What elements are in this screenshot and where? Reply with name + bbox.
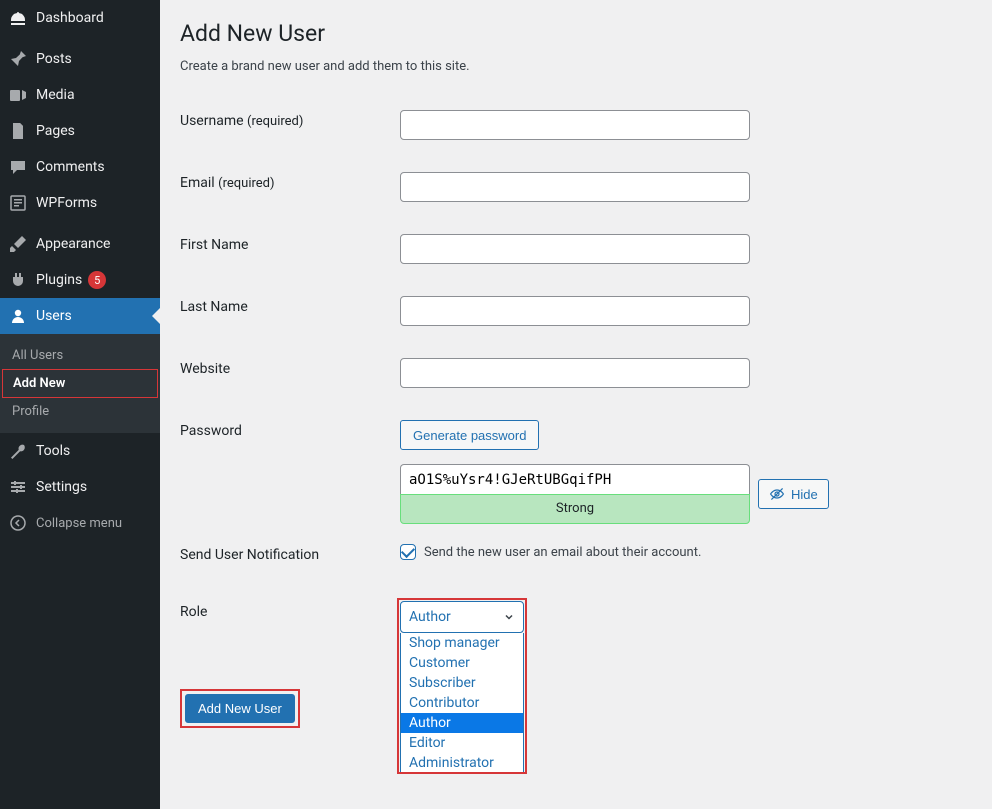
user-icon [8,306,28,326]
generate-password-button[interactable]: Generate password [400,420,539,450]
sidebar-item-label: Comments [36,159,105,175]
brush-icon [8,234,28,254]
notification-text: Send the new user an email about their a… [424,545,701,560]
password-label: Password [180,423,242,439]
admin-sidebar: Dashboard Posts Media Pages Comments WPF… [0,0,160,809]
sidebar-item-pages[interactable]: Pages [0,113,160,149]
sidebar-item-settings[interactable]: Settings [0,469,160,505]
wrench-icon [8,441,28,461]
update-count-badge: 5 [88,271,106,289]
last-name-label: Last Name [180,299,248,315]
submenu-item-all-users[interactable]: All Users [0,342,160,369]
role-selected-value: Author [409,609,451,625]
role-label: Role [180,604,207,620]
chevron-down-icon [503,611,515,623]
sidebar-item-label: WPForms [36,195,97,211]
role-row: Role Author Shop manager Customer Subscr… [180,579,972,649]
page-title: Add New User [180,20,972,47]
role-option-administrator[interactable]: Administrator [401,753,523,773]
sidebar-item-posts[interactable]: Posts [0,41,160,77]
users-submenu: All Users Add New Profile [0,334,160,433]
notification-row: Send User Notification Send the new user… [180,528,972,579]
role-option-editor[interactable]: Editor [401,733,523,753]
pin-icon [8,49,28,69]
sidebar-item-tools[interactable]: Tools [0,433,160,469]
email-label: Email [180,175,215,191]
sidebar-item-users[interactable]: Users [0,298,160,334]
sidebar-item-comments[interactable]: Comments [0,149,160,185]
sidebar-item-wpforms[interactable]: WPForms [0,185,160,221]
sidebar-item-label: Users [36,308,72,324]
first-name-input[interactable] [400,234,750,264]
sidebar-item-label: Media [36,87,75,103]
website-input[interactable] [400,358,750,388]
last-name-row: Last Name [180,280,972,342]
password-input[interactable] [400,464,750,494]
sidebar-item-label: Settings [36,479,87,495]
sidebar-item-label: Posts [36,51,72,67]
first-name-row: First Name [180,218,972,280]
sidebar-item-label: Appearance [36,236,110,252]
last-name-input[interactable] [400,296,750,326]
sidebar-item-plugins[interactable]: Plugins 5 [0,262,160,298]
sidebar-item-media[interactable]: Media [0,77,160,113]
role-option-author[interactable]: Author [401,713,523,733]
hide-button-label: Hide [791,487,818,502]
role-dropdown: Shop manager Customer Subscriber Contrib… [400,633,524,774]
website-row: Website [180,342,972,404]
role-option-shop-manager[interactable]: Shop manager [401,633,523,653]
first-name-label: First Name [180,237,248,253]
sidebar-item-appearance[interactable]: Appearance [0,226,160,262]
eye-slash-icon [769,486,785,502]
sidebar-item-label: Pages [36,123,75,139]
page-description: Create a brand new user and add them to … [180,59,972,74]
email-row: Email (required) [180,156,972,218]
password-strength-indicator: Strong [400,494,750,524]
sidebar-item-label: Plugins [36,272,82,288]
submenu-item-add-new[interactable]: Add New [2,369,158,398]
website-label: Website [180,361,230,377]
password-row: Password Generate password Strong Hide [180,404,972,528]
submit-highlight: Add New User [180,689,300,728]
send-notification-checkbox[interactable] [400,544,416,560]
required-text: (required) [218,176,274,191]
hide-password-button[interactable]: Hide [758,479,829,509]
submenu-item-profile[interactable]: Profile [0,398,160,425]
required-text: (required) [247,114,303,129]
collapse-icon [8,513,28,533]
forms-icon [8,193,28,213]
email-input[interactable] [400,172,750,202]
sidebar-item-label: Dashboard [36,10,104,26]
collapse-label: Collapse menu [36,516,122,531]
role-option-subscriber[interactable]: Subscriber [401,673,523,693]
sidebar-item-dashboard[interactable]: Dashboard [0,0,160,36]
username-input[interactable] [400,110,750,140]
role-option-customer[interactable]: Customer [401,653,523,673]
dashboard-icon [8,8,28,28]
media-icon [8,85,28,105]
role-option-contributor[interactable]: Contributor [401,693,523,713]
role-select[interactable]: Author [400,601,524,633]
collapse-menu-button[interactable]: Collapse menu [0,505,160,541]
main-content: Add New User Create a brand new user and… [160,0,992,809]
page-icon [8,121,28,141]
comment-icon [8,157,28,177]
plug-icon [8,270,28,290]
notification-label: Send User Notification [180,547,319,563]
username-row: Username (required) [180,94,972,156]
settings-icon [8,477,28,497]
add-new-user-button[interactable]: Add New User [185,694,295,723]
sidebar-item-label: Tools [36,443,70,459]
username-label: Username [180,113,244,129]
